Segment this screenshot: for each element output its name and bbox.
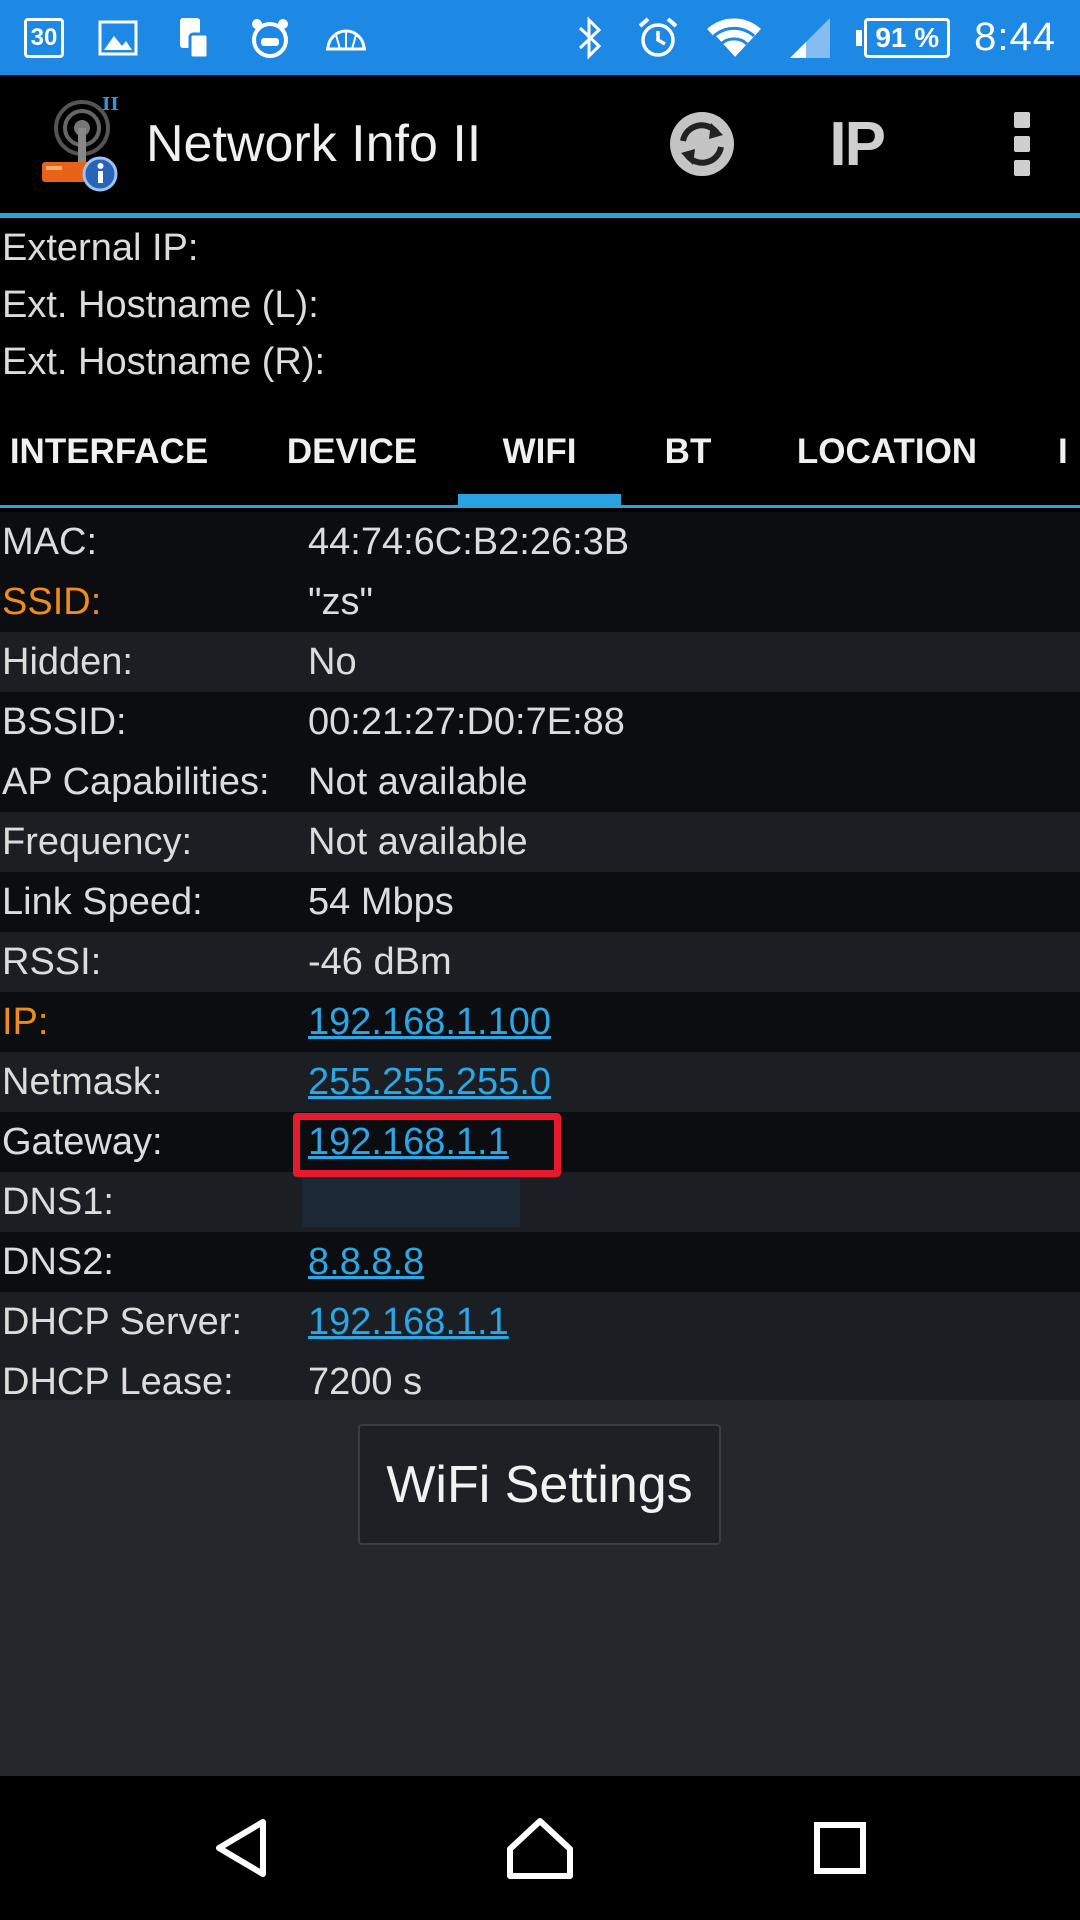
navigation-bar: [0, 1776, 1080, 1920]
calendar-icon: 30: [24, 17, 64, 58]
table-row: RSSI: -46 dBm: [0, 932, 1080, 992]
tab-interface[interactable]: INTERFACE: [0, 400, 218, 500]
table-row: Netmask: 255.255.255.0: [0, 1052, 1080, 1112]
ip-label: IP:: [2, 1000, 49, 1043]
dns2-link[interactable]: 8.8.8.8: [308, 1241, 424, 1284]
phone-transfer-icon: [172, 16, 216, 60]
table-row: SSID: "zs": [0, 572, 1080, 632]
dns2-label: DNS2:: [2, 1240, 114, 1283]
alarm-face-icon: [248, 16, 292, 60]
table-row: Frequency: Not available: [0, 812, 1080, 872]
tab-location[interactable]: LOCATION: [784, 400, 990, 500]
table-row: IP: 192.168.1.100: [0, 992, 1080, 1052]
tab-wifi[interactable]: WIFI: [458, 400, 621, 500]
table-row: Gateway: 192.168.1.1: [0, 1112, 1080, 1177]
dhcp-server-label: DHCP Server:: [2, 1300, 243, 1343]
app-title: Network Info II: [146, 115, 482, 173]
image-icon: [96, 16, 140, 60]
table-row: MAC: 44:74:6C:B2:26:3B: [0, 512, 1080, 572]
status-clock: 8:44: [974, 15, 1056, 59]
wifi-info-table: MAC: 44:74:6C:B2:26:3B SSID: "zs" Hidden…: [0, 512, 1080, 1412]
alarm-icon: [636, 16, 680, 60]
app-bar: II Network Info II IP: [0, 75, 1080, 213]
tab-bar-divider: [0, 505, 1080, 508]
status-bar: 30 91 % 8:44: [0, 0, 1080, 75]
table-row: DNS1:: [0, 1172, 1080, 1232]
tab-device[interactable]: DEVICE: [262, 400, 442, 500]
table-row: BSSID: 00:21:27:D0:7E:88: [0, 692, 1080, 752]
bssid-value: 00:21:27:D0:7E:88: [308, 700, 625, 743]
hidden-label: Hidden:: [2, 640, 133, 683]
dhcp-lease-value: 7200 s: [308, 1360, 423, 1403]
hidden-value: No: [308, 640, 357, 683]
recents-icon[interactable]: [790, 1798, 890, 1898]
dns1-redacted-value: [302, 1177, 520, 1227]
ip-link[interactable]: 192.168.1.100: [308, 1001, 551, 1044]
ap-capabilities-label: AP Capabilities:: [2, 760, 270, 803]
table-row: AP Capabilities: Not available: [0, 752, 1080, 812]
back-icon[interactable]: [191, 1798, 291, 1898]
wifi-icon: [704, 16, 764, 60]
mac-label: MAC:: [2, 520, 97, 563]
home-icon[interactable]: [490, 1798, 590, 1898]
frequency-value: Not available: [308, 820, 528, 863]
link-speed-label: Link Speed:: [2, 880, 203, 923]
gateway-highlight-box: [293, 1112, 561, 1177]
rssi-label: RSSI:: [2, 940, 102, 983]
wifi-settings-button[interactable]: WiFi Settings: [358, 1424, 721, 1545]
table-row: Link Speed: 54 Mbps: [0, 872, 1080, 932]
ext-hostname-r-label: Ext. Hostname (R):: [2, 341, 326, 383]
app-logo-icon: II: [36, 94, 136, 194]
tab-bt[interactable]: BT: [646, 400, 730, 500]
netmask-label: Netmask:: [2, 1060, 163, 1103]
external-ip-label: External IP:: [2, 227, 199, 269]
refresh-button[interactable]: [667, 109, 737, 179]
external-info: External IP: Ext. Hostname (L): Ext. Hos…: [0, 220, 1080, 391]
ssid-label: SSID:: [2, 580, 102, 623]
ap-capabilities-value: Not available: [308, 760, 528, 803]
ssid-value: "zs": [308, 580, 373, 623]
bssid-label: BSSID:: [2, 700, 127, 743]
table-row: DHCP Server: 192.168.1.1: [0, 1292, 1080, 1352]
link-speed-value: 54 Mbps: [308, 880, 454, 923]
dome-icon: [324, 16, 368, 60]
tab-bar: INTERFACE DEVICE WIFI BT LOCATION I: [0, 400, 1080, 508]
dhcp-lease-label: DHCP Lease:: [2, 1360, 234, 1403]
overflow-menu-icon[interactable]: [1012, 112, 1032, 176]
battery-level: 91 %: [864, 17, 951, 58]
app-bar-divider: [0, 213, 1080, 218]
gateway-label: Gateway:: [2, 1120, 163, 1163]
battery-icon: 91 %: [856, 17, 951, 58]
table-row: DNS2: 8.8.8.8: [0, 1232, 1080, 1292]
table-row: Hidden: No: [0, 632, 1080, 692]
ip-button[interactable]: IP: [829, 109, 886, 180]
rssi-value: -46 dBm: [308, 940, 452, 983]
svg-text:II: II: [102, 94, 119, 115]
dhcp-server-link[interactable]: 192.168.1.1: [308, 1301, 509, 1344]
frequency-label: Frequency:: [2, 820, 193, 863]
signal-icon: [788, 16, 832, 60]
dns1-label: DNS1:: [2, 1180, 114, 1223]
mac-value: 44:74:6C:B2:26:3B: [308, 520, 630, 563]
bluetooth-icon: [568, 15, 612, 60]
netmask-link[interactable]: 255.255.255.0: [308, 1061, 551, 1104]
ext-hostname-l-label: Ext. Hostname (L):: [2, 284, 319, 326]
tab-next[interactable]: I: [1058, 400, 1080, 500]
